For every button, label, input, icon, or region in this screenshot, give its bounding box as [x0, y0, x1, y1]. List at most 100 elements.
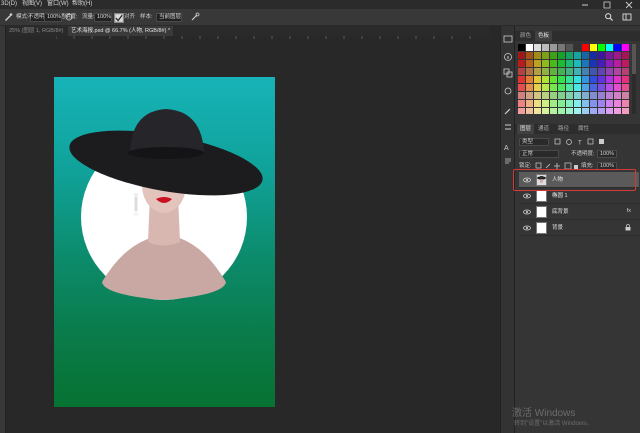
- color-swatch[interactable]: [582, 68, 589, 75]
- color-swatch[interactable]: [518, 44, 525, 51]
- color-swatch[interactable]: [606, 108, 613, 114]
- color-swatch[interactable]: [582, 108, 589, 114]
- color-swatch[interactable]: [550, 92, 557, 99]
- color-swatch[interactable]: [598, 100, 605, 107]
- color-swatch[interactable]: [550, 60, 557, 67]
- color-swatch[interactable]: [566, 52, 573, 59]
- color-swatch[interactable]: [606, 44, 613, 51]
- visibility-eye-icon[interactable]: [523, 208, 531, 216]
- color-swatch[interactable]: [598, 108, 605, 114]
- color-swatch[interactable]: [518, 68, 525, 75]
- layer-opacity-field[interactable]: 100%: [597, 150, 617, 158]
- color-swatch[interactable]: [590, 84, 597, 91]
- search-icon[interactable]: [604, 12, 614, 22]
- color-swatch[interactable]: [614, 76, 621, 83]
- color-swatch[interactable]: [582, 52, 589, 59]
- color-swatch[interactable]: [582, 76, 589, 83]
- color-swatch[interactable]: [542, 68, 549, 75]
- align-checkbox[interactable]: [114, 13, 124, 23]
- color-swatch[interactable]: [614, 68, 621, 75]
- color-swatch[interactable]: [566, 44, 573, 51]
- history-icon[interactable]: [503, 34, 513, 44]
- tab-color[interactable]: 颜色: [517, 31, 534, 41]
- color-swatch[interactable]: [526, 44, 533, 51]
- color-swatch[interactable]: [566, 76, 573, 83]
- color-swatch[interactable]: [590, 108, 597, 114]
- color-swatch[interactable]: [518, 52, 525, 59]
- layer-kind-filter[interactable]: 类型: [519, 138, 549, 146]
- color-swatch[interactable]: [518, 60, 525, 67]
- color-swatch[interactable]: [606, 68, 613, 75]
- color-swatch[interactable]: [518, 108, 525, 114]
- menu-window[interactable]: 窗口(W): [47, 0, 69, 9]
- color-swatch[interactable]: [526, 92, 533, 99]
- color-swatch[interactable]: [534, 52, 541, 59]
- color-swatch[interactable]: [558, 68, 565, 75]
- color-swatch[interactable]: [558, 60, 565, 67]
- visibility-eye-icon[interactable]: [523, 192, 531, 200]
- color-swatch[interactable]: [574, 108, 581, 114]
- workspace-icon[interactable]: [622, 12, 632, 22]
- color-swatch[interactable]: [550, 68, 557, 75]
- color-swatch[interactable]: [606, 52, 613, 59]
- info-icon[interactable]: [503, 52, 513, 62]
- color-swatch[interactable]: [550, 44, 557, 51]
- color-swatch[interactable]: [542, 92, 549, 99]
- color-swatch[interactable]: [614, 84, 621, 91]
- tab-attributes[interactable]: 属性: [575, 124, 592, 134]
- clone-source-icon[interactable]: [503, 122, 513, 132]
- color-swatch[interactable]: [606, 92, 613, 99]
- poster-canvas[interactable]: [54, 77, 275, 407]
- color-swatch[interactable]: [526, 52, 533, 59]
- color-swatch[interactable]: [622, 92, 629, 99]
- color-swatch[interactable]: [542, 108, 549, 114]
- color-swatch[interactable]: [534, 92, 541, 99]
- color-swatch[interactable]: [598, 60, 605, 67]
- color-swatch[interactable]: [582, 44, 589, 51]
- character-icon[interactable]: A: [503, 142, 513, 152]
- color-swatch[interactable]: [614, 44, 621, 51]
- color-swatch[interactable]: [622, 108, 629, 114]
- color-swatch[interactable]: [614, 108, 621, 114]
- color-swatch[interactable]: [590, 52, 597, 59]
- color-swatch[interactable]: [542, 44, 549, 51]
- menu-view[interactable]: 视图(V): [22, 0, 42, 9]
- color-swatch[interactable]: [582, 100, 589, 107]
- color-swatch[interactable]: [574, 52, 581, 59]
- color-swatch[interactable]: [614, 100, 621, 107]
- color-swatch[interactable]: [590, 100, 597, 107]
- color-swatch[interactable]: [558, 92, 565, 99]
- color-swatch[interactable]: [606, 100, 613, 107]
- color-swatch[interactable]: [534, 76, 541, 83]
- color-swatch[interactable]: [598, 52, 605, 59]
- tab-swatches[interactable]: 色板: [535, 31, 553, 41]
- color-swatch[interactable]: [574, 68, 581, 75]
- color-swatch[interactable]: [606, 76, 613, 83]
- color-swatch[interactable]: [534, 100, 541, 107]
- blend-mode-dropdown[interactable]: 正常: [519, 150, 559, 158]
- color-swatch[interactable]: [526, 84, 533, 91]
- color-swatch[interactable]: [534, 44, 541, 51]
- color-swatch[interactable]: [518, 92, 525, 99]
- color-swatch[interactable]: [574, 100, 581, 107]
- color-swatch[interactable]: [598, 84, 605, 91]
- color-swatch[interactable]: [574, 60, 581, 67]
- color-swatch[interactable]: [534, 108, 541, 114]
- color-swatch[interactable]: [518, 76, 525, 83]
- color-swatch[interactable]: [542, 84, 549, 91]
- color-swatch[interactable]: [590, 92, 597, 99]
- color-swatch[interactable]: [566, 108, 573, 114]
- color-swatch[interactable]: [582, 92, 589, 99]
- tab-channels[interactable]: 通道: [535, 124, 552, 134]
- layer-filter-icons[interactable]: T: [553, 138, 623, 146]
- color-swatch[interactable]: [542, 60, 549, 67]
- color-swatch[interactable]: [590, 76, 597, 83]
- pressure-opacity-icon[interactable]: [64, 12, 74, 22]
- paragraph-icon[interactable]: [503, 156, 513, 166]
- opacity-field[interactable]: 100%: [44, 13, 62, 22]
- color-swatch[interactable]: [622, 60, 629, 67]
- color-swatch[interactable]: [590, 44, 597, 51]
- flow-field[interactable]: 100%: [94, 13, 112, 22]
- color-swatch[interactable]: [526, 68, 533, 75]
- color-swatch[interactable]: [526, 60, 533, 67]
